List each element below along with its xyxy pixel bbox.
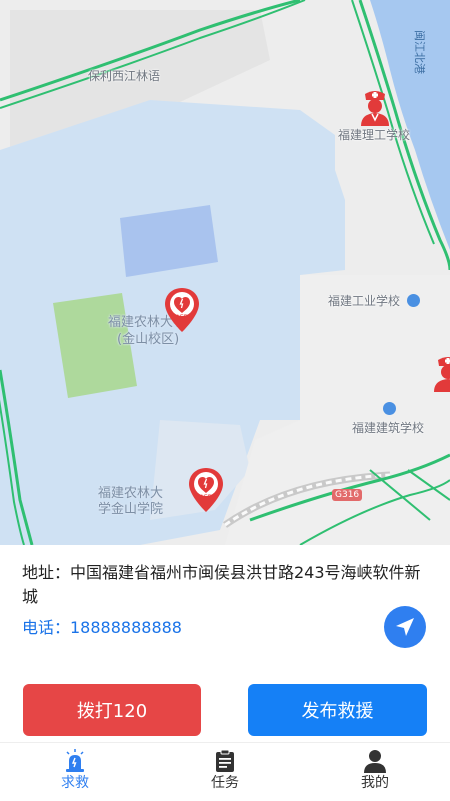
user-icon [364,750,386,773]
tab-tasks-label: 任务 [211,775,239,791]
map-label-tech-school: 福建理工学校 [338,128,411,142]
navigate-button[interactable] [384,606,426,648]
address-text: 地址：中国福建省福州市闽侯县洪甘路243号海峡软件新城 [22,563,421,606]
bottom-tab-bar: 求救 任务 我的 [0,742,450,801]
map-label-industry-school: 福建工业学校 [328,294,401,308]
aed-marker[interactable]: AED [187,466,225,514]
navigation-arrow-icon [396,618,414,636]
tab-help-label: 求救 [61,775,89,791]
responder-marker[interactable] [357,88,393,128]
location-info-panel: 地址：中国福建省福州市闽侯县洪甘路243号海峡软件新城 [0,545,450,675]
doctor-icon [361,91,389,126]
aed-pin-icon: AED [165,288,199,332]
tab-help[interactable]: 求救 [15,745,135,799]
school-poi-icon[interactable] [383,402,396,415]
doctor-icon [434,357,450,392]
phone-text[interactable]: 电话：18888888888 [22,614,182,638]
map-label-poly: 保利西江林语 [88,69,161,83]
tab-tasks[interactable]: 任务 [165,745,285,799]
map-canvas [0,0,450,545]
road-number-badge: G316 [332,489,363,501]
map-label-river: 闽江北港 [413,30,426,74]
map-view[interactable]: 保利西江林语 福建理工学校 福建工业学校 福建建筑学校 福建农林大学 (金山校区… [0,0,450,545]
alarm-icon [66,749,84,772]
tab-profile[interactable]: 我的 [315,745,435,799]
aed-pin-text: AED [200,494,213,501]
publish-rescue-button[interactable]: 发布救援 [248,684,427,736]
map-label-construction-school: 福建建筑学校 [352,421,425,435]
clipboard-icon [216,749,234,772]
responder-marker[interactable] [430,354,450,394]
aed-marker[interactable]: AED [163,286,201,334]
map-label-college-line2: 学金山学院 [98,502,164,517]
call-120-button[interactable]: 拨打120 [23,684,201,736]
aed-pin-text: AED [176,314,189,321]
tab-profile-label: 我的 [361,775,389,791]
map-label-fafu-line2: (金山校区) [117,332,180,347]
school-poi-icon[interactable] [407,294,420,307]
map-label-college-line1: 福建农林大 [98,486,164,501]
aed-pin-icon: AED [189,468,223,512]
